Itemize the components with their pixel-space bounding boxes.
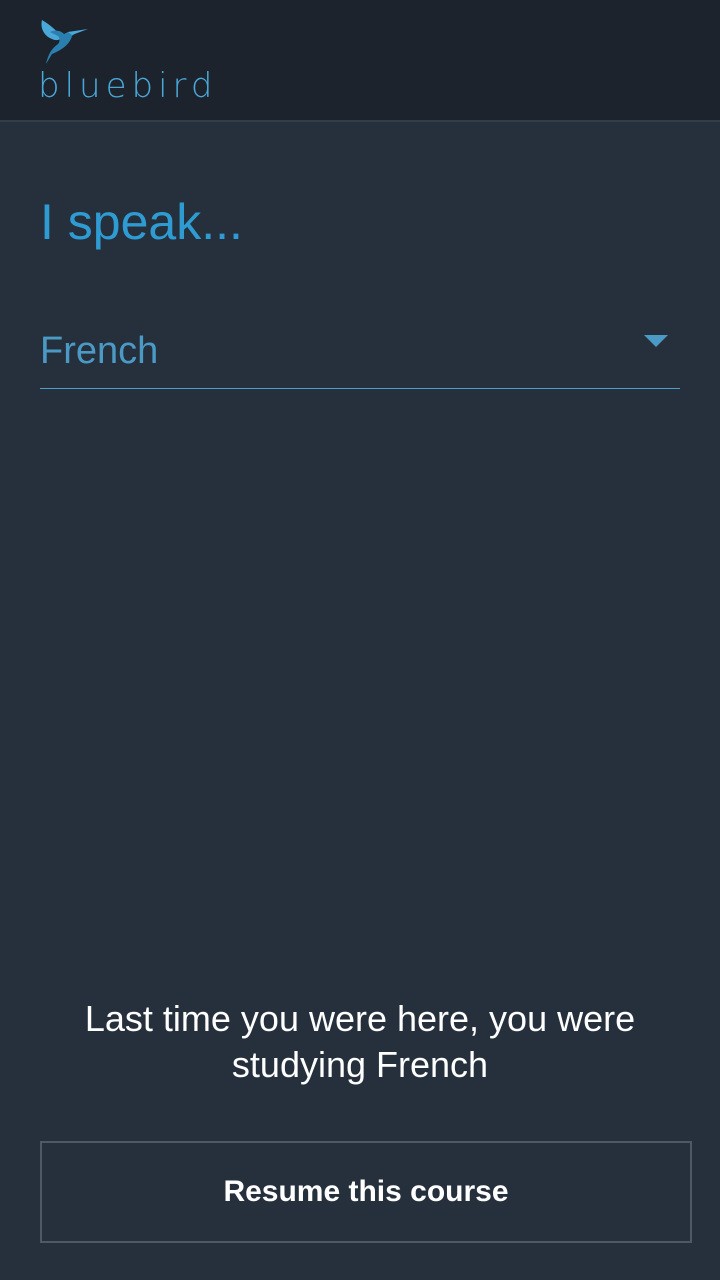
dropdown-arrow-icon <box>644 335 668 347</box>
language-select-value: French <box>40 330 159 372</box>
app-screen: bluebird I speak... French Last time you… <box>0 0 720 1280</box>
resume-course-button[interactable]: Resume this course <box>40 1141 692 1243</box>
logo-wordmark: bluebird <box>38 66 218 106</box>
bluebird-logo: bluebird <box>38 18 238 108</box>
last-course-message: Last time you were here, you were studyi… <box>84 998 636 1085</box>
page-title: I speak... <box>40 194 243 250</box>
bird-icon <box>41 20 88 64</box>
app-header: bluebird <box>0 0 720 122</box>
language-select[interactable]: French <box>40 320 680 389</box>
